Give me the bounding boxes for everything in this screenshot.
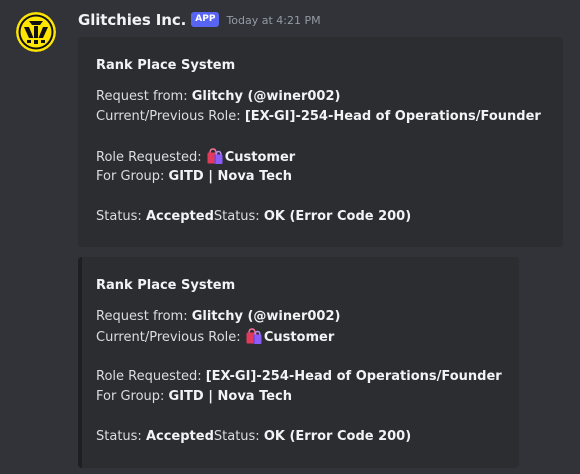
chat-message: Glitchies Inc. APP Today at 4:21 PM Rank… <box>0 0 580 474</box>
embed-accent-bar <box>78 257 82 468</box>
message-timestamp[interactable]: Today at 4:21 PM <box>226 14 320 27</box>
status-label: Status: <box>96 209 146 224</box>
status-line: Status: AcceptedStatus: OK (Error Code 2… <box>96 427 511 447</box>
embed-accent-bar <box>78 37 82 247</box>
status-value: Accepted <box>145 429 214 444</box>
embed-description: Request from: Glitchy (@winer002) Curren… <box>96 87 555 227</box>
role-requested-value: Customer <box>224 150 296 165</box>
group-label: For Group: <box>96 169 169 184</box>
request-from-line: Request from: Glitchy (@winer002) <box>96 87 555 107</box>
app-badge: APP <box>191 11 220 27</box>
author-name[interactable]: Glitchies Inc. <box>78 11 186 29</box>
request-from-line: Request from: Glitchy (@winer002) <box>96 307 511 327</box>
role-requested-label: Role Requested: <box>96 369 206 384</box>
current-role-label: Current/Previous Role: <box>96 109 245 124</box>
current-role-line: Current/Previous Role: [EX-GI]-254-Head … <box>96 107 555 127</box>
embed-title: Rank Place System <box>96 58 236 73</box>
role-requested-value: [EX-GI]-254-Head of Operations/Founder <box>205 369 502 384</box>
group-value: GITD | Nova Tech <box>168 169 293 184</box>
embed-description: Request from: Glitchy (@winer002) Curren… <box>96 307 511 447</box>
request-from-value: Glitchy (@winer002) <box>191 89 341 104</box>
group-line: For Group: GITD | Nova Tech <box>96 167 555 187</box>
status-code-label: Status: <box>213 209 264 224</box>
embed-card: Rank Place System Request from: Glitchy … <box>78 37 563 247</box>
status-code-value: OK (Error Code 200) <box>263 209 412 224</box>
current-role-value: [EX-GI]-254-Head of Operations/Founder <box>244 109 541 124</box>
shopping-bags-emoji-icon <box>207 148 223 164</box>
group-value: GITD | Nova Tech <box>168 389 293 404</box>
embed-card: Rank Place System Request from: Glitchy … <box>78 257 519 468</box>
role-requested-label: Role Requested: <box>96 150 206 165</box>
message-header: Glitchies Inc. APP Today at 4:21 PM <box>78 9 321 31</box>
request-from-label: Request from: <box>96 89 192 104</box>
current-role-label: Current/Previous Role: <box>96 330 245 345</box>
author-avatar[interactable] <box>16 12 56 52</box>
status-code-value: OK (Error Code 200) <box>263 429 412 444</box>
role-requested-line: Role Requested: [EX-GI]-254-Head of Oper… <box>96 367 511 387</box>
status-value: Accepted <box>145 209 214 224</box>
status-line: Status: AcceptedStatus: OK (Error Code 2… <box>96 207 555 227</box>
role-requested-line: Role Requested: Customer <box>96 147 555 167</box>
group-label: For Group: <box>96 389 169 404</box>
current-role-line: Current/Previous Role: Customer <box>96 327 511 347</box>
embed-title: Rank Place System <box>96 278 236 293</box>
shopping-bags-emoji-icon <box>246 328 262 344</box>
status-code-label: Status: <box>213 429 264 444</box>
request-from-label: Request from: <box>96 309 192 324</box>
group-line: For Group: GITD | Nova Tech <box>96 387 511 407</box>
request-from-value: Glitchy (@winer002) <box>191 309 341 324</box>
glitchies-logo-icon <box>16 12 56 52</box>
current-role-value: Customer <box>263 330 335 345</box>
status-label: Status: <box>96 429 146 444</box>
